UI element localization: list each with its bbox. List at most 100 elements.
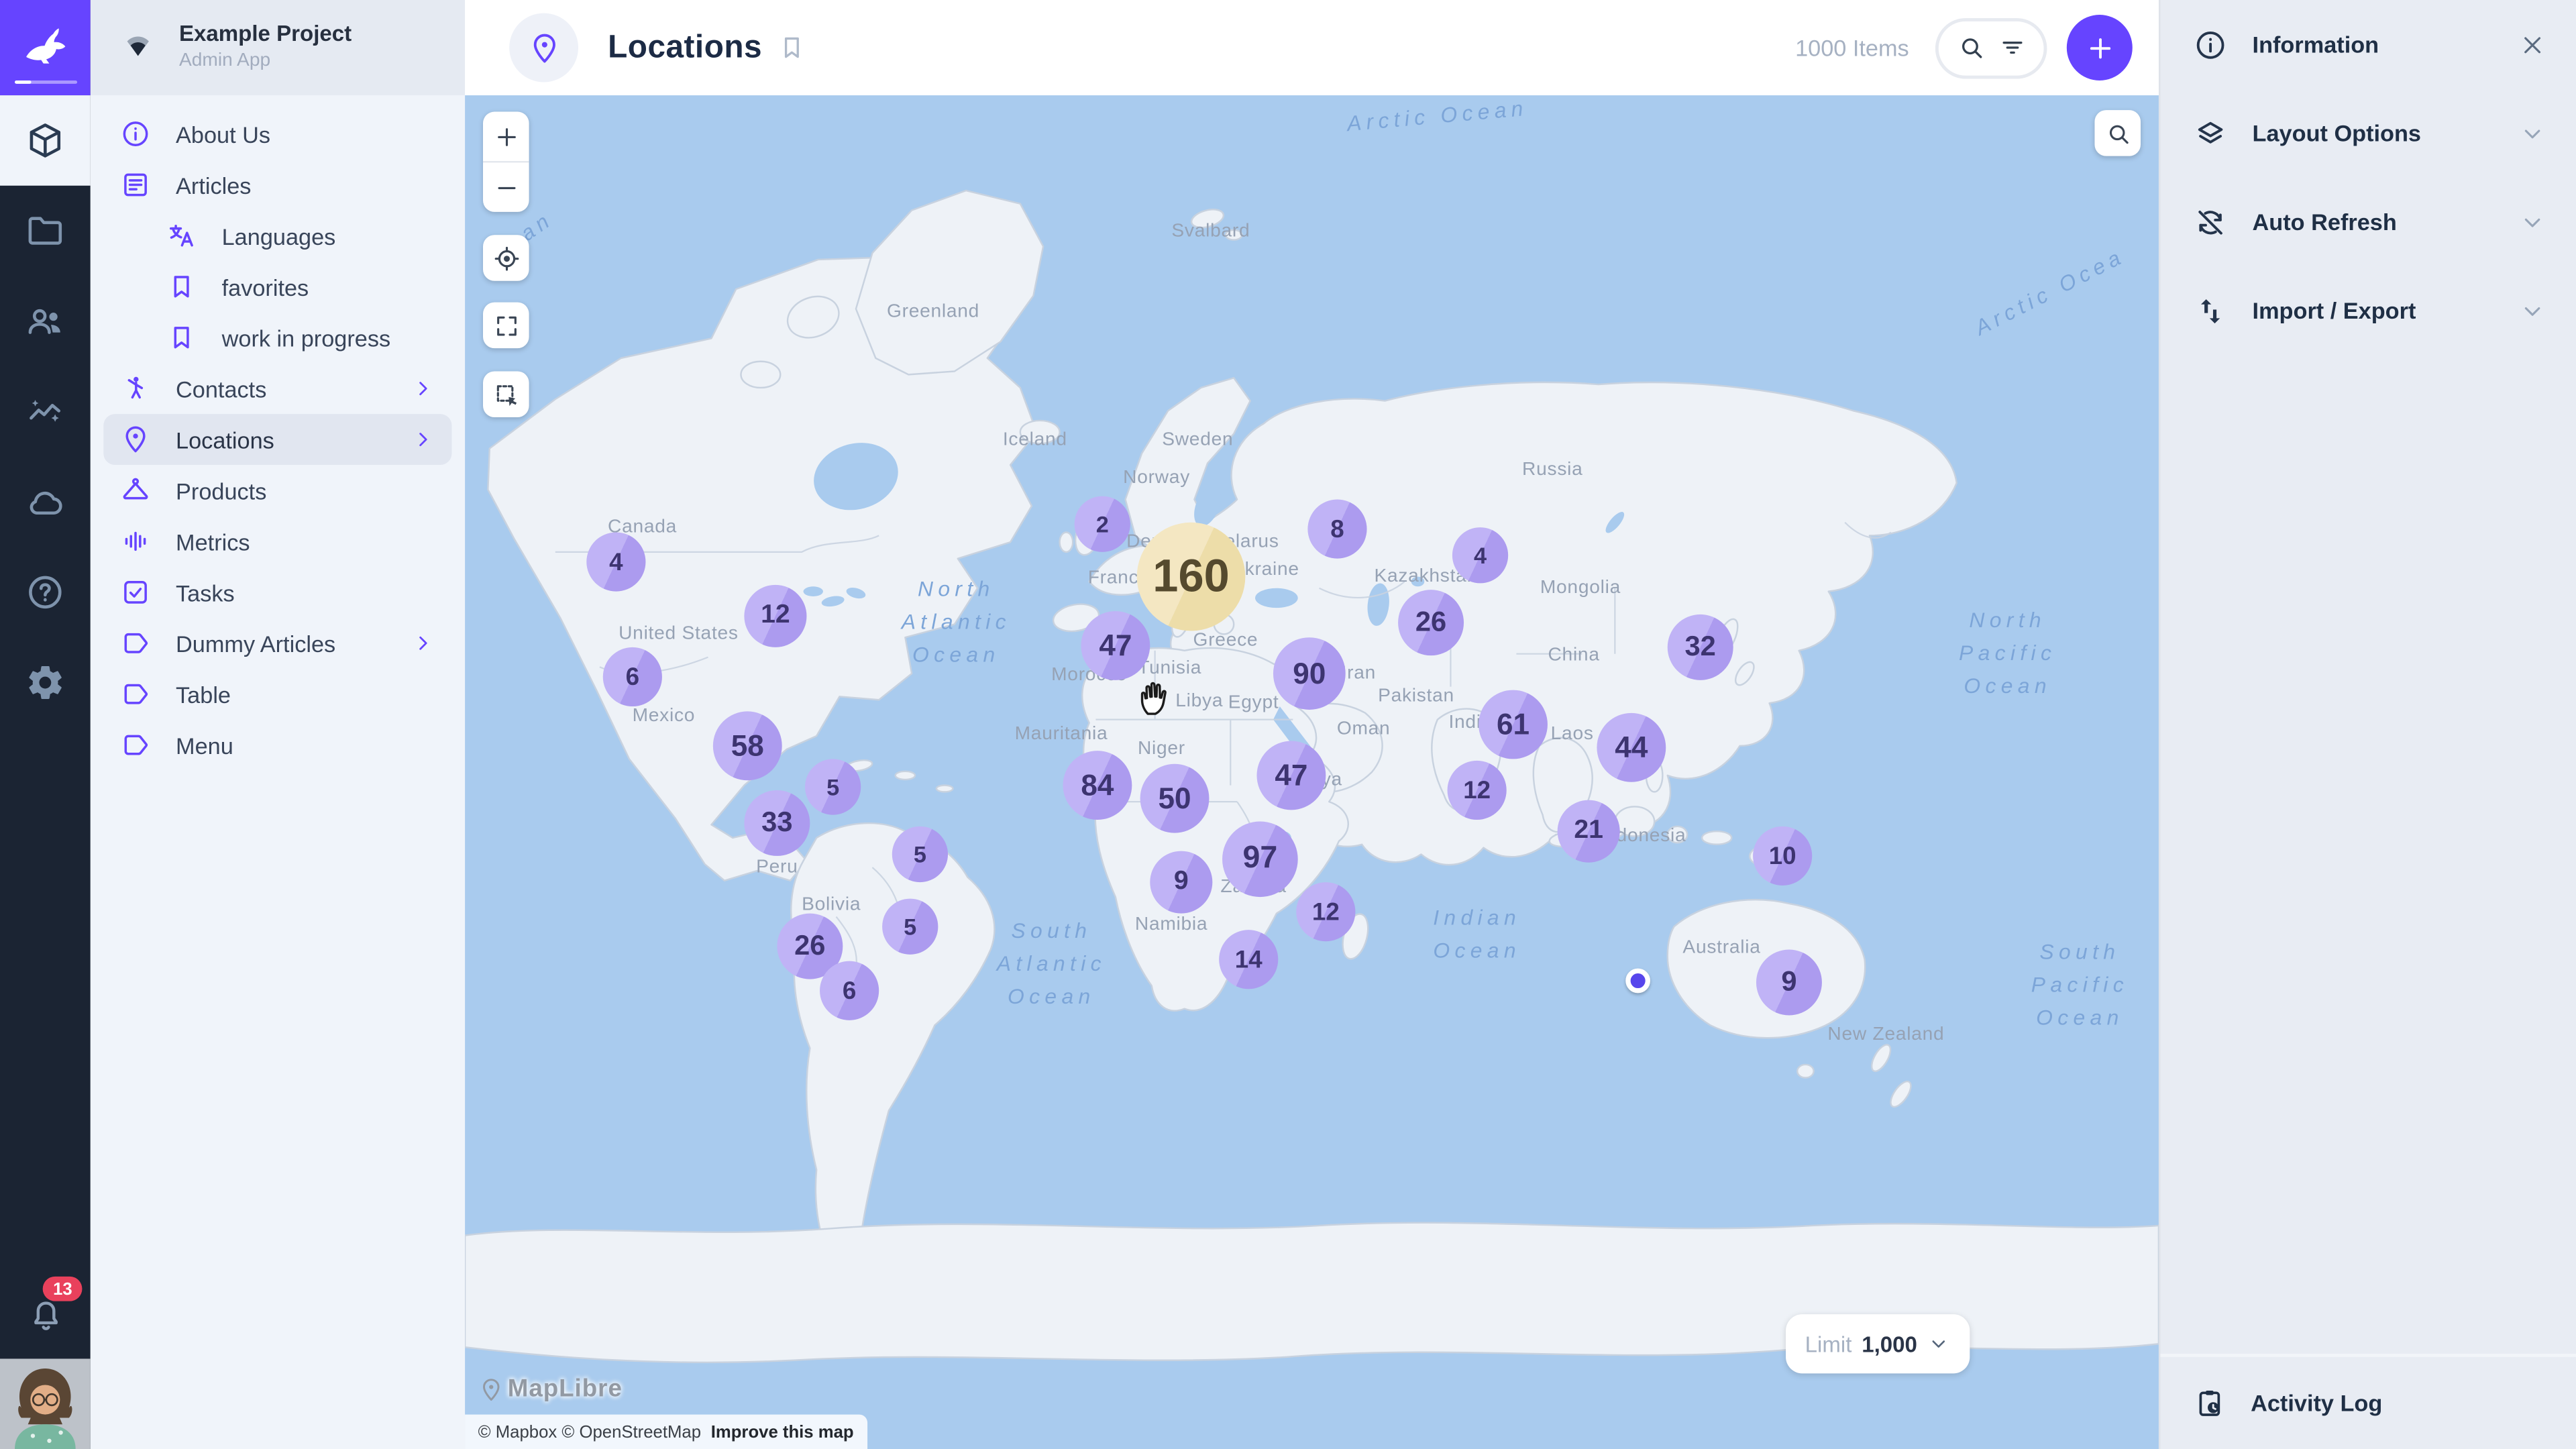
sidebar-section-information[interactable]: Information xyxy=(2160,0,2576,89)
map-cluster[interactable]: 160 xyxy=(1137,523,1246,631)
sidebar-item-table[interactable]: Table xyxy=(103,669,451,720)
filter-icon xyxy=(1997,33,2027,62)
country-label: New Zealand xyxy=(1827,1025,1944,1044)
project-name: Example Project xyxy=(179,22,352,50)
sidebar-item-tasks[interactable]: Tasks xyxy=(103,567,451,618)
minus-icon xyxy=(492,173,520,201)
geolocate-button[interactable] xyxy=(483,235,529,281)
map-point-marker[interactable] xyxy=(1625,969,1650,994)
sidebar-item-contacts[interactable]: Contacts xyxy=(103,363,451,414)
module-documentation[interactable] xyxy=(0,547,91,638)
map-cluster[interactable]: 61 xyxy=(1479,690,1548,759)
search-filter-button[interactable] xyxy=(1935,17,2047,78)
sidebar-item-products[interactable]: Products xyxy=(103,465,451,516)
map-cluster[interactable]: 47 xyxy=(1081,611,1150,680)
app-logo[interactable] xyxy=(0,0,91,95)
bookmark-icon[interactable] xyxy=(777,33,806,62)
cursor-hand xyxy=(1133,673,1179,719)
zoom-in-button[interactable] xyxy=(483,112,529,161)
sidebar-item-metrics[interactable]: Metrics xyxy=(103,516,451,567)
sidebar-item-label: work in progress xyxy=(222,325,391,351)
country-label: Mongolia xyxy=(1540,578,1621,598)
sidebar-section-auto-refresh[interactable]: Auto Refresh xyxy=(2160,177,2576,266)
map-cluster[interactable]: 12 xyxy=(1296,882,1355,941)
map-cluster[interactable]: 6 xyxy=(603,647,662,706)
map-cluster[interactable]: 4 xyxy=(1452,527,1508,583)
clipboard-clock-icon xyxy=(2193,1387,2226,1419)
pin-icon xyxy=(527,30,561,64)
map-cluster[interactable]: 58 xyxy=(713,711,782,780)
sidebar-item-about-us[interactable]: About Us xyxy=(103,109,451,160)
project-subtitle: Admin App xyxy=(179,50,352,73)
sidebar-item-menu[interactable]: Menu xyxy=(103,720,451,771)
chevron-down-icon xyxy=(2518,208,2546,236)
map-cluster[interactable]: 9 xyxy=(1756,950,1822,1016)
module-settings[interactable] xyxy=(0,637,91,728)
limit-dropdown[interactable]: Limit 1,000 xyxy=(1785,1314,1970,1373)
collection-icon-chip[interactable] xyxy=(509,13,578,83)
map-cluster[interactable]: 12 xyxy=(744,585,806,647)
map-cluster[interactable]: 4 xyxy=(586,532,645,591)
module-content[interactable] xyxy=(0,95,91,186)
country-label: Laos xyxy=(1551,724,1594,744)
maplibre-logo[interactable]: MapLibre xyxy=(478,1375,623,1403)
map-cluster[interactable]: 97 xyxy=(1222,821,1298,897)
sidebar-item-locations[interactable]: Locations xyxy=(103,414,451,465)
fullscreen-button[interactable] xyxy=(483,303,529,349)
sidebar-item-dummy-articles[interactable]: Dummy Articles xyxy=(103,618,451,669)
sidebar-item-work-in-progress[interactable]: work in progress xyxy=(103,312,451,363)
map-cluster[interactable]: 12 xyxy=(1448,761,1507,820)
map-cluster[interactable]: 10 xyxy=(1753,826,1812,885)
sidebar-item-label: Table xyxy=(176,681,231,707)
project-switcher[interactable]: Example Project Admin App xyxy=(91,0,465,95)
close-icon[interactable] xyxy=(2518,30,2546,58)
module-cloud[interactable] xyxy=(0,457,91,547)
module-file-library[interactable] xyxy=(0,186,91,276)
map-cluster[interactable]: 2 xyxy=(1075,496,1130,552)
map-cluster[interactable]: 84 xyxy=(1063,751,1132,820)
notifications-button[interactable]: 13 xyxy=(0,1273,91,1358)
sidebar-item-label: Languages xyxy=(222,223,336,249)
map-cluster[interactable]: 90 xyxy=(1273,637,1346,710)
map-search-button[interactable] xyxy=(2094,110,2141,156)
sidebar-item-languages[interactable]: Languages xyxy=(103,210,451,261)
map-cluster[interactable]: 8 xyxy=(1307,499,1366,558)
zoom-out-button[interactable] xyxy=(483,162,529,211)
map-cluster[interactable]: 5 xyxy=(805,759,861,814)
pin-icon xyxy=(478,1376,504,1402)
map-cluster[interactable]: 14 xyxy=(1219,930,1278,989)
sidebar-section-import-export[interactable]: Import / Export xyxy=(2160,266,2576,355)
map-cluster[interactable]: 21 xyxy=(1558,800,1620,863)
add-item-button[interactable] xyxy=(2067,15,2133,80)
map-cluster[interactable]: 5 xyxy=(892,826,948,882)
module-insights[interactable] xyxy=(0,366,91,457)
sidebar-item-articles[interactable]: Articles xyxy=(103,160,451,211)
map-cluster[interactable]: 33 xyxy=(744,790,810,856)
map-canvas[interactable]: Arctic OceanArctic OceaanNorth Atlantic … xyxy=(465,95,2159,1449)
map-cluster[interactable]: 9 xyxy=(1150,851,1212,914)
sidebar-item-favorites[interactable]: favorites xyxy=(103,261,451,312)
sidebar-item-label: Articles xyxy=(176,172,251,198)
ocean-label: North Atlantic Ocean xyxy=(902,573,1011,672)
map-cluster[interactable]: 32 xyxy=(1668,614,1733,680)
map-cluster[interactable]: 47 xyxy=(1256,741,1326,810)
country-label: Svalbard xyxy=(1171,222,1250,241)
connection-status-icon xyxy=(120,30,156,66)
country-label: United States xyxy=(619,625,739,644)
main-content: Locations 1000 Items xyxy=(465,0,2159,1449)
user-avatar[interactable] xyxy=(0,1358,91,1449)
page-header: Locations 1000 Items xyxy=(465,0,2159,95)
sidebar-section-layout-options[interactable]: Layout Options xyxy=(2160,89,2576,177)
module-user-directory[interactable] xyxy=(0,276,91,366)
map-cluster[interactable]: 44 xyxy=(1597,713,1666,782)
map-cluster[interactable]: 26 xyxy=(1398,590,1464,655)
logo-progress-bar xyxy=(15,80,77,84)
map-cluster[interactable]: 50 xyxy=(1140,764,1210,833)
box-select-button[interactable] xyxy=(483,371,529,417)
map-cluster[interactable]: 5 xyxy=(882,899,938,955)
country-label: Sweden xyxy=(1162,431,1233,450)
map-attribution: © Mapbox © OpenStreetMapImprove this map xyxy=(465,1415,867,1449)
map-cluster[interactable]: 6 xyxy=(820,961,879,1020)
improve-map-link[interactable]: Improve this map xyxy=(711,1422,854,1442)
activity-log-button[interactable]: Activity Log xyxy=(2160,1354,2576,1449)
